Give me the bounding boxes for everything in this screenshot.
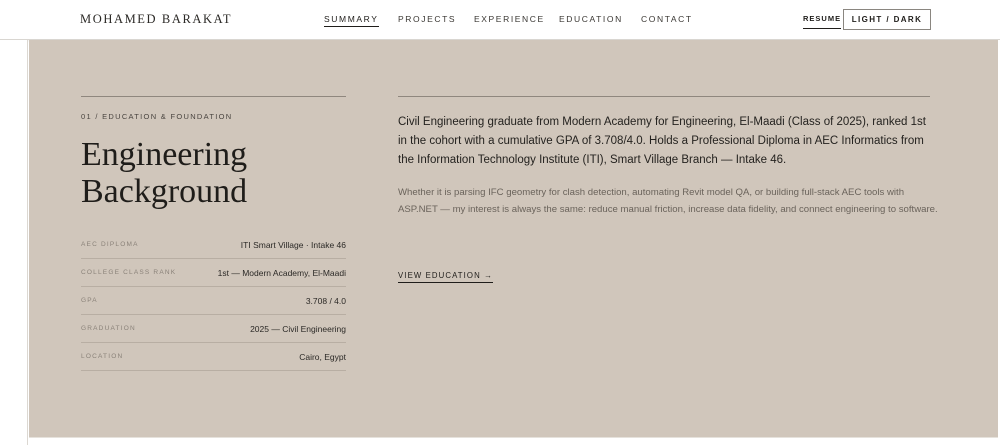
nav-link-contact[interactable]: CONTACT xyxy=(641,14,693,24)
theme-toggle-button[interactable]: LIGHT / DARK xyxy=(843,9,931,30)
fact-label: GRADUATION xyxy=(81,325,136,332)
brand-name[interactable]: MOHAMED BARAKAT xyxy=(80,12,232,27)
nav-link-experience[interactable]: EXPERIENCE xyxy=(474,14,545,24)
section-title-line-1: Engineering xyxy=(81,136,248,173)
education-foundation-section: 01 / EDUCATION & FOUNDATION Engineering … xyxy=(29,40,998,437)
page-left-margin xyxy=(0,40,28,445)
next-section-edge xyxy=(29,437,998,445)
summary-lead-paragraph: Civil Engineering graduate from Modern A… xyxy=(398,116,926,166)
fact-value: Cairo, Egypt xyxy=(299,351,346,362)
fact-row-gpa: GPA 3.708 / 4.0 xyxy=(81,287,346,315)
fact-row-class-rank: COLLEGE CLASS RANK 1st — Modern Academy,… xyxy=(81,259,346,287)
nav-link-projects[interactable]: PROJECTS xyxy=(398,14,456,24)
facts-list: AEC DIPLOMA ITI Smart Village · Intake 4… xyxy=(81,231,346,371)
top-navigation-bar: MOHAMED BARAKAT SUMMARY PROJECTS EXPERIE… xyxy=(0,0,1000,40)
view-education-link[interactable]: VIEW EDUCATION → xyxy=(398,271,493,283)
fact-row-aec-diploma: AEC DIPLOMA ITI Smart Village · Intake 4… xyxy=(81,231,346,259)
fact-row-location: LOCATION Cairo, Egypt xyxy=(81,343,346,371)
nav-link-education[interactable]: EDUCATION xyxy=(559,14,623,24)
summary-body-paragraph: Whether it is parsing IFC geometry for c… xyxy=(398,187,938,215)
fact-value: 2025 — Civil Engineering xyxy=(250,323,346,334)
section-eyebrow: 01 / EDUCATION & FOUNDATION xyxy=(81,112,233,121)
fact-label: GPA xyxy=(81,297,98,304)
right-divider-rule xyxy=(398,96,930,97)
left-divider-rule xyxy=(81,96,346,97)
fact-label: COLLEGE CLASS RANK xyxy=(81,269,177,276)
fact-value: 1st — Modern Academy, El-Maadi xyxy=(217,267,346,278)
fact-row-graduation: GRADUATION 2025 — Civil Engineering xyxy=(81,315,346,343)
fact-value: 3.708 / 4.0 xyxy=(305,295,346,306)
section-title-line-2: Background xyxy=(81,173,248,210)
fact-value: ITI Smart Village · Intake 46 xyxy=(240,239,346,250)
fact-label: AEC DIPLOMA xyxy=(81,241,139,248)
section-title: Engineering Background xyxy=(81,136,351,210)
nav-link-summary[interactable]: SUMMARY xyxy=(324,14,379,27)
resume-link[interactable]: RESUME xyxy=(803,14,842,29)
fact-label: LOCATION xyxy=(81,353,124,360)
